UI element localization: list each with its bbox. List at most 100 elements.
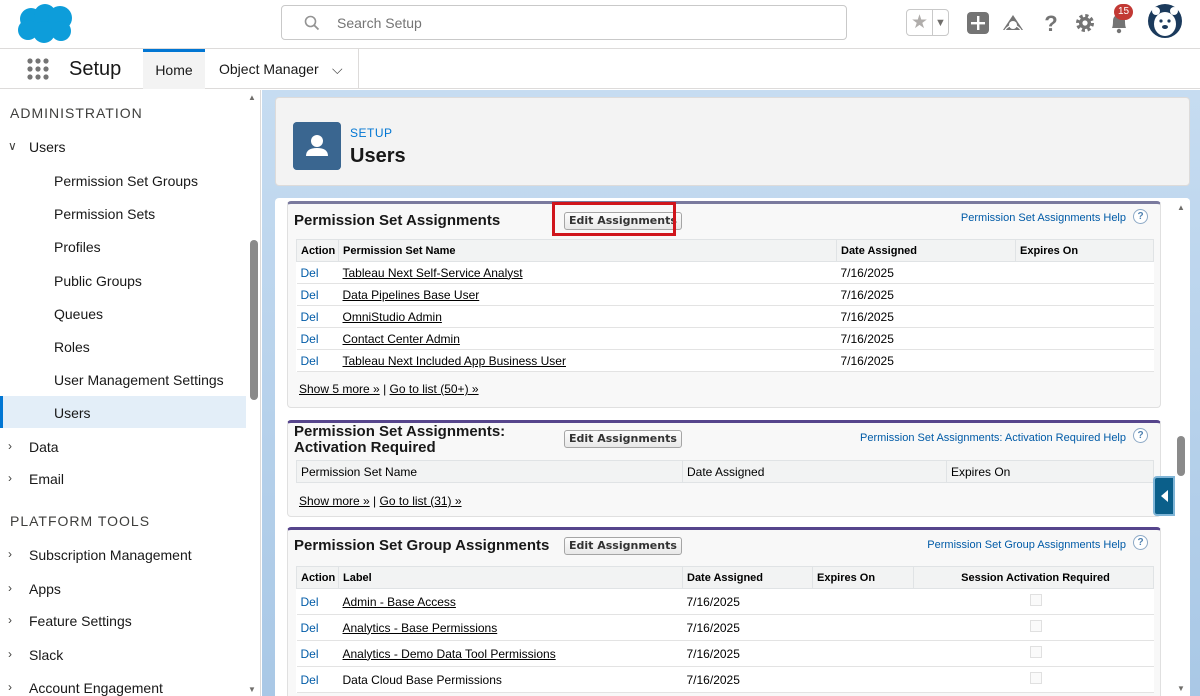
section-platform-tools: PLATFORM TOOLS [10,513,151,529]
chevron-right-icon[interactable]: › [8,547,12,561]
sidebar-item-subscription-management[interactable]: Subscription Management [29,547,192,563]
search-input[interactable]: Search Setup [281,5,847,40]
help-question-icon[interactable]: ? [1133,428,1148,443]
permission-set-group-link[interactable]: Data Cloud Base Permissions [343,673,502,687]
permission-set-group-assignments-section: Permission Set Group Assignments Edit As… [287,527,1161,696]
permission-set-link[interactable]: Tableau Next Self-Service Analyst [343,266,523,280]
permission-set-assignments-section: Permission Set Assignments Edit Assignme… [287,201,1161,408]
delete-link[interactable]: Del [301,595,319,609]
chevron-right-icon[interactable]: › [8,581,12,595]
setup-sidebar: ADMINISTRATION ∨ Users Permission Set Gr… [0,90,261,696]
column-header-action: Action [296,566,339,589]
expires-on-cell [812,588,914,615]
help-question-icon[interactable]: ? [1133,535,1148,550]
avatar[interactable] [1147,3,1183,39]
show-more-link[interactable]: Show 5 more » [299,382,380,396]
permission-set-link[interactable]: Data Pipelines Base User [343,288,480,302]
app-name: Setup [69,58,122,80]
scroll-down-arrow-icon[interactable]: ▼ [248,685,256,694]
sidebar-scrollbar-thumb[interactable] [250,240,258,400]
section-title-line-2: Activation Required [294,439,436,456]
delete-link[interactable]: Del [301,288,319,302]
scroll-down-arrow-icon[interactable]: ▼ [1177,684,1185,693]
permission-set-link[interactable]: OmniStudio Admin [343,310,442,324]
permission-set-link[interactable]: Contact Center Admin [343,332,460,346]
context-nav-bar: Setup Home Object Manager ⌵ [0,49,1200,89]
chevron-right-icon[interactable]: › [8,471,12,485]
date-assigned-cell: 7/16/2025 [836,305,1016,328]
related-lists-frame: Permission Set Assignments Edit Assignme… [275,198,1190,696]
session-activation-checkbox [1029,646,1042,658]
help-icon[interactable]: ? [1038,10,1064,36]
sidebar-item-account-engagement[interactable]: Account Engagement [29,680,163,696]
chevron-down-icon[interactable]: ∨ [8,139,17,153]
column-header-date-assigned: Date Assigned [682,460,947,483]
delete-link[interactable]: Del [301,266,319,280]
chevron-down-icon[interactable]: ▼ [935,12,946,34]
table-row: Del Tableau Next Self-Service Analyst 7/… [296,261,1154,284]
chevron-down-icon[interactable]: ⌵ [332,49,343,89]
sidebar-item-slack[interactable]: Slack [29,647,63,663]
sidebar-item-profiles[interactable]: Profiles [54,239,101,255]
show-more-link[interactable]: Show more » [299,494,370,508]
scroll-up-arrow-icon[interactable]: ▲ [248,93,256,102]
sidebar-item-queues[interactable]: Queues [54,306,103,322]
permission-set-group-link[interactable]: Analytics - Demo Data Tool Permissions [343,647,556,661]
scroll-up-arrow-icon[interactable]: ▲ [1177,203,1185,212]
gear-icon[interactable] [1072,10,1098,36]
page-eyebrow: SETUP [350,126,393,140]
sidebar-item-public-groups[interactable]: Public Groups [54,273,142,289]
tab-object-manager[interactable]: Object Manager ⌵ [206,49,359,89]
sidebar-item-permission-set-groups[interactable]: Permission Set Groups [54,173,198,189]
delete-link[interactable]: Del [301,354,319,368]
help-link[interactable]: Permission Set Assignments: Activation R… [788,432,1126,444]
chevron-right-icon[interactable]: › [8,439,12,453]
expires-on-cell [1015,327,1154,350]
delete-link[interactable]: Del [301,647,319,661]
global-actions-icon[interactable] [965,10,991,36]
favorites-button[interactable]: ★ ▼ [906,9,949,36]
side-panel-toggle[interactable] [1153,476,1175,516]
sidebar-item-user-management-settings[interactable]: User Management Settings [54,372,224,388]
sidebar-item-roles[interactable]: Roles [54,339,90,355]
permission-set-link[interactable]: Tableau Next Included App Business User [343,354,566,368]
trailhead-icon[interactable] [1000,10,1026,36]
section-title-line-1: Permission Set Assignments: [294,423,506,440]
sidebar-item-apps[interactable]: Apps [29,581,61,597]
date-assigned-cell: 7/16/2025 [836,283,1016,306]
help-link[interactable]: Permission Set Group Assignments Help [848,539,1126,551]
sidebar-item-feature-settings[interactable]: Feature Settings [29,613,132,629]
sidebar-item-email[interactable]: Email [29,471,64,487]
table-row: Del Tableau Next Included App Business U… [296,349,1154,372]
main-content-area: SETUP Users Permission Set Assignments E… [262,90,1200,696]
tab-home[interactable]: Home [143,49,205,89]
content-scrollbar-thumb[interactable] [1177,436,1185,476]
chevron-right-icon[interactable]: › [8,613,12,627]
help-question-icon[interactable]: ? [1133,209,1148,224]
app-launcher-icon[interactable] [26,57,50,81]
delete-link[interactable]: Del [301,332,319,346]
go-to-list-link[interactable]: Go to list (31) » [380,494,462,508]
delete-link[interactable]: Del [301,673,319,687]
chevron-right-icon[interactable]: › [8,680,12,694]
permission-set-assignments-table: Action Permission Set Name Date Assigned… [296,239,1154,372]
sidebar-item-data[interactable]: Data [29,439,59,455]
permission-set-group-link[interactable]: Admin - Base Access [343,595,456,609]
sidebar-item-permission-sets[interactable]: Permission Sets [54,206,155,222]
sidebar-item-users-group[interactable]: Users [29,139,66,155]
expires-on-cell [812,640,914,667]
edit-assignments-button[interactable]: Edit Assignments [564,430,682,448]
sidebar-item-users[interactable]: Users [54,405,91,421]
salesforce-cloud-logo[interactable] [14,3,76,45]
section-administration: ADMINISTRATION [10,105,143,121]
delete-link[interactable]: Del [301,310,319,324]
permission-set-group-link[interactable]: Analytics - Base Permissions [343,621,498,635]
edit-assignments-button[interactable]: Edit Assignments [564,537,682,555]
go-to-list-link[interactable]: Go to list (50+) » [390,382,479,396]
chevron-right-icon[interactable]: › [8,647,12,661]
expires-on-cell [812,614,914,641]
delete-link[interactable]: Del [301,621,319,635]
date-assigned-cell: 7/16/2025 [682,588,813,615]
help-link[interactable]: Permission Set Assignments Help [848,212,1126,224]
date-assigned-cell: 7/16/2025 [682,666,813,693]
